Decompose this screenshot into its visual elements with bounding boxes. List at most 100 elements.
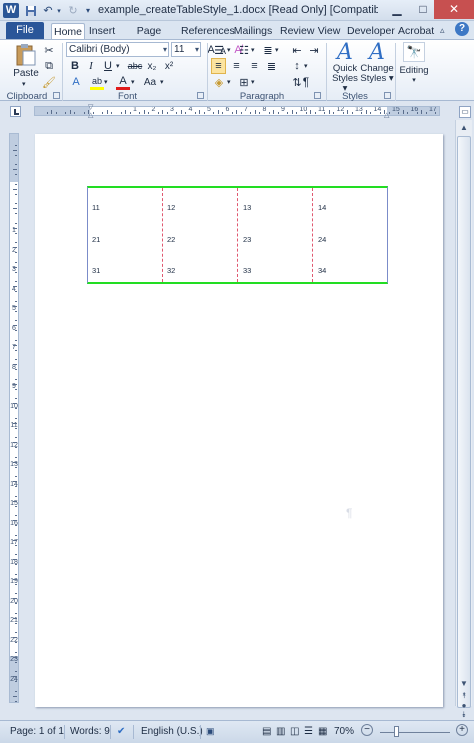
change-case-dropdown-icon[interactable]: ▾ [160, 78, 164, 86]
outline-view-icon[interactable]: ☰ [304, 726, 313, 737]
view-ruler-icon[interactable]: ▭ [459, 106, 471, 118]
redo-icon[interactable]: ↻ [66, 3, 80, 18]
table-cell[interactable]: 31 [92, 266, 100, 275]
first-line-indent-icon[interactable]: ▽ [88, 103, 93, 111]
superscript-button[interactable]: x² [162, 58, 176, 74]
underline-button[interactable]: U [101, 58, 115, 74]
tab-view[interactable]: View [317, 23, 341, 39]
decrease-indent-icon[interactable]: ⇤ [290, 42, 304, 58]
text-effects-icon[interactable]: A [68, 74, 84, 90]
close-icon[interactable]: ✕ [434, 0, 474, 19]
font-launcher-icon[interactable] [197, 92, 204, 99]
shading-icon[interactable]: ◈ [211, 74, 227, 90]
borders-icon[interactable]: ⊞ [236, 74, 252, 90]
zoom-slider-thumb[interactable] [394, 726, 399, 737]
tab-review[interactable]: Review [280, 23, 314, 39]
line-spacing-dropdown-icon[interactable]: ▾ [304, 62, 308, 70]
bold-button[interactable]: B [68, 58, 82, 74]
save-icon[interactable] [24, 3, 38, 18]
page-count[interactable]: Page: 1 of 1 [10, 726, 64, 737]
tab-acrobat[interactable]: Acrobat [398, 23, 434, 39]
numbering-icon[interactable]: ☷ [236, 42, 252, 58]
align-right-icon[interactable]: ≡ [247, 58, 262, 74]
align-center-icon[interactable]: ≡ [229, 58, 244, 74]
table-cell[interactable]: 11 [92, 203, 100, 212]
table-cell[interactable]: 13 [243, 203, 251, 212]
zoom-slider[interactable] [380, 732, 450, 733]
tab-selector[interactable] [10, 106, 21, 117]
undo-dropdown-icon[interactable]: ▾ [55, 3, 63, 18]
scroll-up-icon[interactable]: ▲ [458, 122, 470, 134]
tab-home[interactable]: Home [51, 23, 85, 39]
multilevel-list-icon[interactable]: ≣ [260, 42, 276, 58]
paste-button[interactable]: Paste [12, 68, 40, 79]
table-cell[interactable]: 23 [243, 235, 251, 244]
change-case-button[interactable]: Aa [141, 74, 159, 90]
table-cell[interactable]: 32 [167, 266, 175, 275]
tab-insert[interactable]: Insert [87, 23, 117, 39]
justify-icon[interactable]: ≣ [264, 58, 279, 74]
change-styles-button[interactable]: A Change Styles ▾ [360, 42, 394, 84]
font-color-dropdown-icon[interactable]: ▾ [131, 78, 135, 86]
font-name-combo[interactable]: Calibri (Body) ▾ [66, 42, 169, 57]
format-painter-icon[interactable]: 🖌 [41, 74, 57, 90]
word-count[interactable]: Words: 9 [70, 726, 110, 737]
cut-icon[interactable]: ✂ [41, 42, 57, 58]
shading-dropdown-icon[interactable]: ▾ [227, 78, 231, 86]
styles-launcher-icon[interactable] [384, 92, 391, 99]
undo-icon[interactable]: ↶ [41, 3, 55, 18]
line-spacing-icon[interactable]: ↕ [290, 58, 304, 74]
table-cell[interactable]: 12 [167, 203, 175, 212]
scroll-thumb[interactable] [457, 136, 471, 708]
tab-references[interactable]: References [181, 23, 235, 39]
bullets-icon[interactable]: ☰ [211, 42, 227, 58]
zoom-in-button[interactable]: + [456, 724, 468, 736]
increase-indent-icon[interactable]: ⇥ [307, 42, 321, 58]
subscript-button[interactable]: x₂ [145, 58, 159, 74]
vertical-ruler[interactable]: 1 2 3 4 5 6 7 8 9 10 11 12 13 14 15 16 17 18 19 20 21 22 23 24 [9, 133, 19, 703]
customize-toolbar-icon[interactable]: ▾ [83, 3, 93, 18]
tab-file[interactable]: File [6, 22, 44, 39]
font-color-icon[interactable]: A [116, 74, 130, 90]
table-cell[interactable]: 34 [318, 266, 326, 275]
full-screen-reading-icon[interactable]: ▥ [276, 726, 285, 737]
minimize-ribbon-icon[interactable]: ▵ [440, 25, 445, 36]
right-indent-icon[interactable]: △ [384, 111, 389, 119]
align-left-icon[interactable]: ≡ [211, 58, 226, 74]
tab-developer[interactable]: Developer [347, 23, 395, 39]
table-cell[interactable]: 22 [167, 235, 175, 244]
tab-page-layout[interactable]: Page Layout [120, 23, 178, 53]
horizontal-ruler[interactable]: 123456789101112131415161718 [34, 106, 440, 116]
table-cell[interactable]: 21 [92, 235, 100, 244]
editing-button[interactable]: 🔭 Editing ▾ [398, 42, 430, 86]
quick-styles-button[interactable]: A Quick Styles ▾ [329, 42, 361, 94]
clipboard-launcher-icon[interactable] [53, 92, 60, 99]
language-indicator[interactable]: English (U.S.) [141, 726, 203, 737]
maximize-icon[interactable]: □ [410, 0, 436, 19]
table-cell[interactable]: 14 [318, 203, 326, 212]
highlight-dropdown-icon[interactable]: ▾ [104, 78, 108, 86]
macro-record-icon[interactable]: ▣ [206, 726, 215, 737]
scroll-down-icon[interactable]: ▼ [458, 678, 470, 690]
numbering-dropdown-icon[interactable]: ▾ [251, 46, 255, 54]
word-app-icon[interactable]: W [3, 3, 19, 18]
table-cell[interactable]: 33 [243, 266, 251, 275]
draft-view-icon[interactable]: ▦ [318, 726, 327, 737]
table-cell[interactable]: 24 [318, 235, 326, 244]
bullets-dropdown-icon[interactable]: ▾ [227, 46, 231, 54]
show-formatting-marks-button[interactable]: ¶ [292, 74, 320, 90]
multilevel-dropdown-icon[interactable]: ▾ [275, 46, 279, 54]
document-table[interactable]: 11 12 13 14 21 22 23 24 31 32 33 34 [87, 186, 388, 284]
zoom-out-button[interactable]: − [361, 724, 373, 736]
hanging-indent-icon[interactable]: △ [88, 111, 93, 119]
italic-button[interactable]: I [84, 58, 98, 74]
borders-dropdown-icon[interactable]: ▾ [251, 78, 255, 86]
highlight-icon[interactable]: ab [90, 74, 104, 90]
paragraph-launcher-icon[interactable] [314, 92, 321, 99]
font-size-combo[interactable]: 11 ▾ [171, 42, 201, 57]
print-layout-icon[interactable]: ▤ [262, 726, 271, 737]
strikethrough-button[interactable]: abc [126, 58, 144, 74]
paste-icon[interactable] [15, 43, 37, 67]
help-icon[interactable]: ? [455, 22, 469, 36]
minimize-icon[interactable]: ▁ [384, 0, 410, 19]
